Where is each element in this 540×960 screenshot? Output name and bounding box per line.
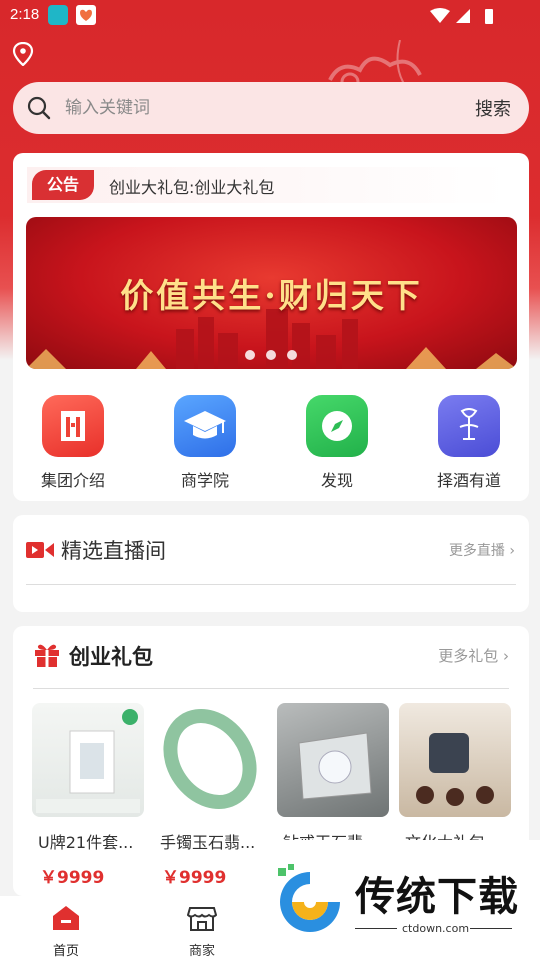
banner-dot[interactable]	[266, 350, 276, 360]
building-icon	[42, 395, 104, 457]
nav-label: 发现	[320, 471, 353, 490]
banner-dot[interactable]	[287, 350, 297, 360]
divider	[33, 688, 509, 689]
tab-merchants[interactable]: 商家	[162, 904, 242, 959]
promo-banner[interactable]: 价值共生·财归天下	[26, 217, 517, 369]
product-price: ￥9999	[40, 868, 105, 888]
nav-item-discover[interactable]: 发现	[287, 395, 387, 491]
gift-section-title: 创业礼包	[69, 645, 153, 669]
watermark-url: ctdown.com	[402, 922, 470, 935]
compass-icon	[306, 395, 368, 457]
search-icon	[27, 96, 51, 120]
app-notification-icon-2	[76, 5, 96, 25]
product-card[interactable]: 钻戒玉石翡...	[277, 703, 389, 853]
tab-home[interactable]: 首页	[26, 904, 106, 959]
announcement-bar[interactable]: 公告 创业大礼包:创业大礼包	[27, 167, 507, 203]
more-gifts-label: 更多礼包	[438, 647, 499, 665]
banner-title: 价值共生·财归天下	[120, 276, 423, 315]
chevron-right-icon: ›	[509, 543, 515, 559]
home-main-card: 公告 创业大礼包:创业大礼包 价值共生·财归天下 集团介绍 商学院 发现 择酒有…	[13, 153, 529, 501]
wine-logo-icon	[438, 395, 500, 457]
product-image	[32, 703, 144, 817]
product-name: 手镯玉石翡...	[160, 833, 256, 852]
quick-nav: 集团介绍 商学院 发现 择酒有道	[13, 395, 529, 495]
nav-item-group-intro[interactable]: 集团介绍	[23, 395, 123, 491]
product-image	[399, 703, 511, 817]
location-pin-icon[interactable]	[12, 42, 34, 66]
graduation-cap-icon	[174, 395, 236, 457]
status-bar: 2:18	[0, 0, 540, 32]
announcement-text[interactable]: 创业大礼包:创业大礼包	[109, 174, 274, 198]
video-camera-icon	[26, 542, 54, 558]
product-image	[154, 703, 266, 817]
status-time: 2:18	[10, 6, 40, 23]
banner-pagination[interactable]	[245, 345, 308, 364]
product-name: U牌21件套...	[38, 833, 134, 852]
live-section: 精选直播间 更多直播 ›	[13, 515, 529, 612]
gift-icon	[35, 644, 59, 667]
tab-label: 首页	[52, 944, 79, 959]
product-card[interactable]: 文化大礼包...	[399, 703, 511, 853]
app-notification-icon	[48, 5, 68, 25]
search-bar[interactable]: 搜索	[13, 82, 529, 134]
nav-label: 集团介绍	[40, 471, 105, 490]
live-section-title: 精选直播间	[61, 539, 166, 563]
watermark-overlay: 传统下载 ctdown.com	[262, 840, 540, 960]
watermark-text: 传统下载	[355, 874, 519, 920]
announcement-badge: 公告	[32, 170, 94, 200]
product-price: ￥9999	[162, 868, 227, 888]
product-card[interactable]: U牌21件套... ￥9999	[32, 703, 144, 888]
more-live-link[interactable]: 更多直播 ›	[449, 540, 515, 560]
store-icon	[186, 907, 218, 931]
divider	[355, 928, 397, 929]
home-icon	[53, 906, 79, 930]
more-gifts-link[interactable]: 更多礼包 ›	[438, 645, 509, 666]
nav-item-business-school[interactable]: 商学院	[155, 395, 255, 491]
divider	[26, 584, 516, 585]
search-button[interactable]: 搜索	[475, 95, 511, 121]
nav-label: 择酒有道	[436, 471, 501, 490]
product-card[interactable]: 手镯玉石翡... ￥9999	[154, 703, 266, 888]
search-input[interactable]	[65, 94, 425, 122]
product-image	[277, 703, 389, 817]
nav-item-wine[interactable]: 择酒有道	[419, 395, 519, 491]
more-live-label: 更多直播	[448, 543, 505, 559]
banner-dot[interactable]	[245, 350, 255, 360]
nav-label: 商学院	[180, 471, 229, 490]
divider	[470, 928, 512, 929]
signal-battery-icon	[430, 8, 493, 24]
watermark-logo-icon	[278, 864, 340, 932]
chevron-right-icon: ›	[503, 647, 509, 665]
tab-label: 商家	[188, 944, 215, 959]
